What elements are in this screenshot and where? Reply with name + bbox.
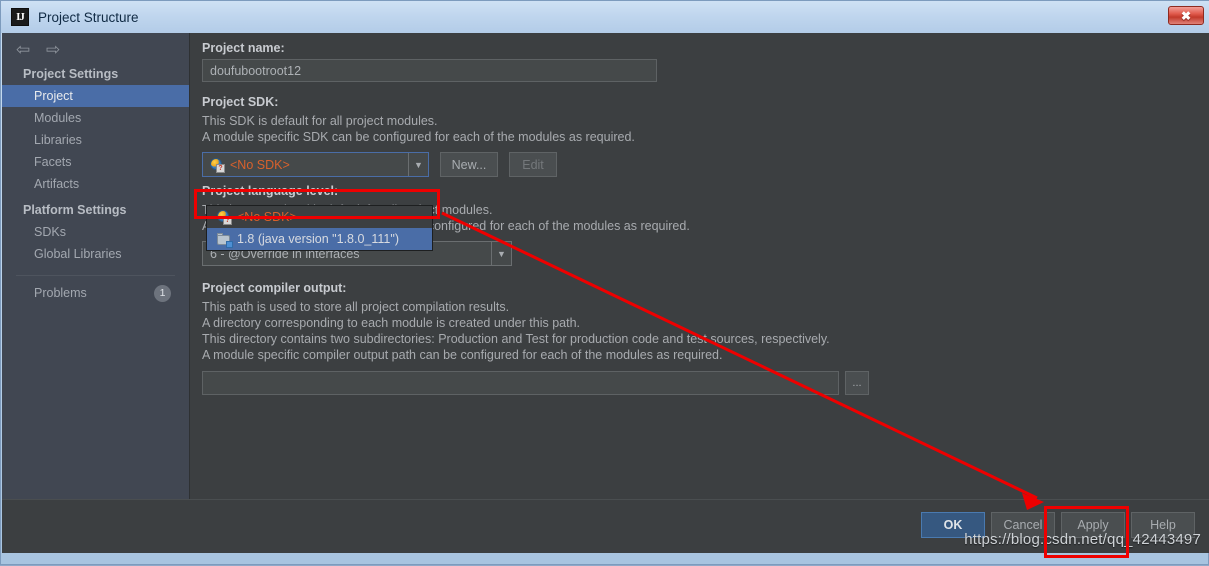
sdk-option-no-sdk[interactable]: ? <No SDK> xyxy=(207,206,432,228)
no-sdk-icon: ? xyxy=(217,210,232,225)
sidebar-item-artifacts[interactable]: Artifacts xyxy=(2,173,189,195)
back-arrow-icon[interactable]: ⇦ xyxy=(16,41,36,59)
sidebar-item-project[interactable]: Project xyxy=(2,85,189,107)
project-sdk-combo[interactable]: ? <No SDK> ▼ xyxy=(202,152,429,177)
chevron-down-icon[interactable]: ▼ xyxy=(491,242,511,265)
project-sdk-dropdown-list[interactable]: ? <No SDK> 1.8 (java version "1.8.0_111"… xyxy=(206,205,433,251)
compiler-output-desc-2: A directory corresponding to each module… xyxy=(202,316,580,330)
close-icon[interactable]: ✖ xyxy=(1168,6,1204,25)
sidebar-divider xyxy=(16,275,175,276)
intellij-logo-icon: IJ xyxy=(11,8,29,26)
sidebar-item-modules[interactable]: Modules xyxy=(2,107,189,129)
project-name-input[interactable]: doufubootroot12 xyxy=(202,59,657,82)
project-name-label: Project name: xyxy=(202,41,285,55)
watermark-text: https://blog.csdn.net/qq_42443497 xyxy=(964,531,1201,548)
project-structure-dialog: IJ Project Structure ✖ ⇦ ⇨ Project Setti… xyxy=(0,0,1209,565)
compiler-output-label: Project compiler output: xyxy=(202,281,347,295)
forward-arrow-icon[interactable]: ⇨ xyxy=(46,41,66,59)
no-sdk-icon: ? xyxy=(210,157,225,173)
dialog-body: ⇦ ⇨ Project Settings Project Modules Lib… xyxy=(2,33,1209,553)
compiler-output-desc-1: This path is used to store all project c… xyxy=(202,300,510,314)
sidebar-item-sdks[interactable]: SDKs xyxy=(2,221,189,243)
sidebar-item-libraries[interactable]: Libraries xyxy=(2,129,189,151)
language-level-label: Project language level: xyxy=(202,184,339,198)
window-title: Project Structure xyxy=(38,9,139,25)
sdk-option-label: <No SDK> xyxy=(237,210,297,224)
sidebar-group-project-settings: Project Settings xyxy=(23,67,119,81)
sdk-option-label: 1.8 (java version "1.8.0_111") xyxy=(237,232,399,246)
title-bar: IJ Project Structure ✖ xyxy=(1,1,1209,33)
sdk-option-jdk-1-8[interactable]: 1.8 (java version "1.8.0_111") xyxy=(207,228,432,250)
browse-compiler-output-button[interactable]: ... xyxy=(845,371,869,395)
project-sdk-label: Project SDK: xyxy=(202,95,279,109)
project-sdk-desc-2: A module specific SDK can be configured … xyxy=(202,130,635,144)
project-sdk-value: <No SDK> xyxy=(230,157,290,172)
problems-count-badge: 1 xyxy=(154,284,171,302)
folder-icon xyxy=(217,232,233,248)
sidebar: ⇦ ⇨ Project Settings Project Modules Lib… xyxy=(2,33,190,499)
compiler-output-desc-4: A module specific compiler output path c… xyxy=(202,348,723,362)
dialog-footer: OK Cancel Apply Help https://blog.csdn.n… xyxy=(2,499,1209,553)
sidebar-item-label: Problems xyxy=(34,286,87,300)
sidebar-group-platform-settings: Platform Settings xyxy=(23,203,127,217)
sidebar-item-facets[interactable]: Facets xyxy=(2,151,189,173)
project-sdk-desc-1: This SDK is default for all project modu… xyxy=(202,114,438,128)
navigation-arrows: ⇦ ⇨ xyxy=(2,33,189,59)
chevron-down-icon[interactable]: ▼ xyxy=(408,153,428,176)
project-settings-pane: Project name: doufubootroot12 Project SD… xyxy=(191,33,1209,499)
edit-sdk-button[interactable]: Edit xyxy=(509,152,557,177)
compiler-output-input[interactable] xyxy=(202,371,839,395)
new-sdk-button[interactable]: New... xyxy=(440,152,498,177)
compiler-output-desc-3: This directory contains two subdirectori… xyxy=(202,332,830,346)
sidebar-item-global-libraries[interactable]: Global Libraries xyxy=(2,243,189,265)
sidebar-item-problems[interactable]: Problems 1 xyxy=(2,282,189,304)
